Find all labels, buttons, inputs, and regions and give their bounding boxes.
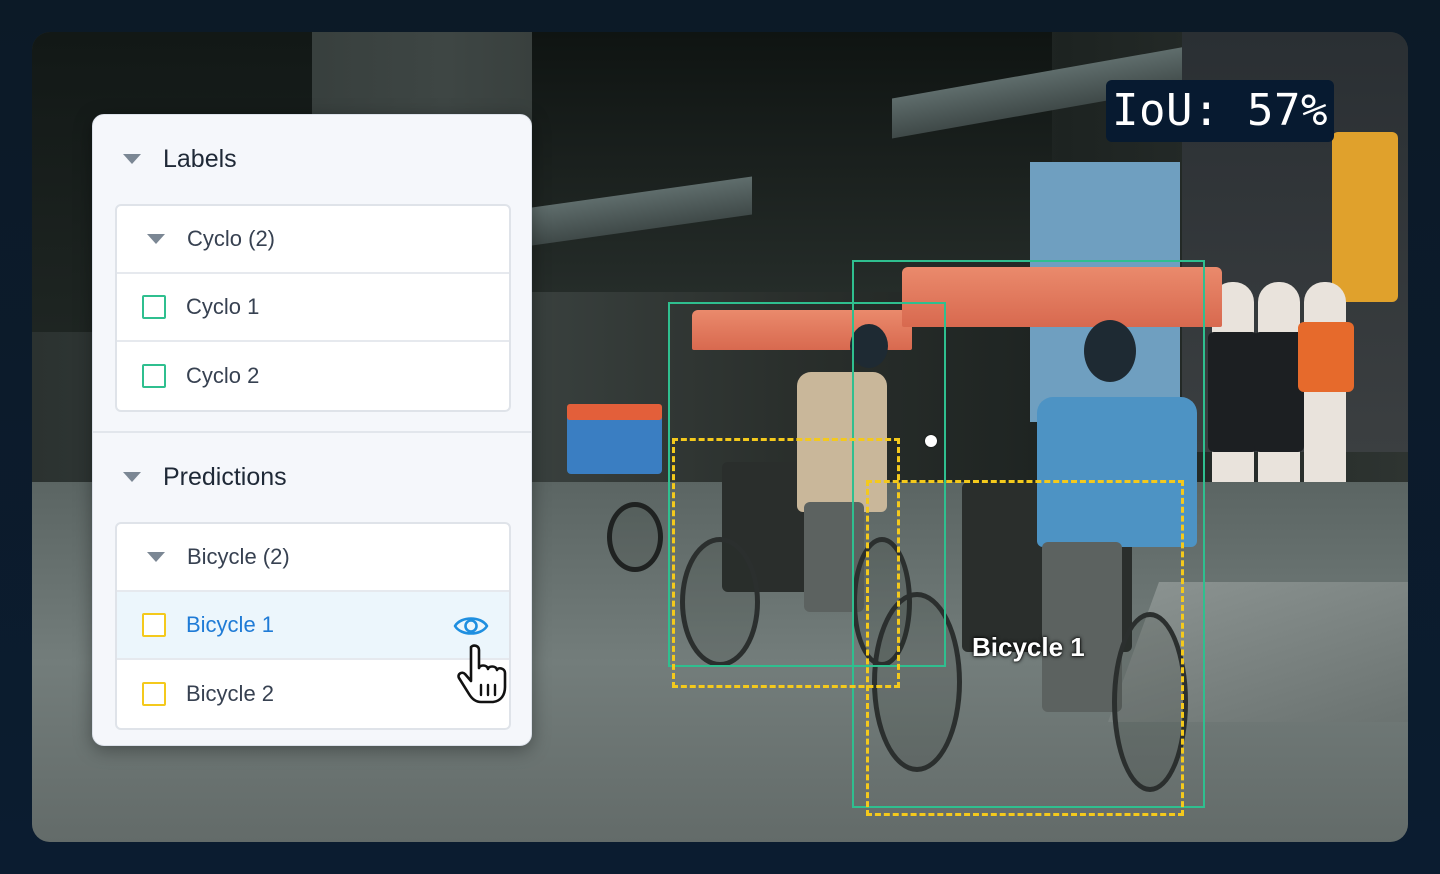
label-item-cyclo-1[interactable]: Cyclo 1 xyxy=(117,274,509,342)
caret-down-icon[interactable] xyxy=(147,552,165,562)
label-group-name: Cyclo (2) xyxy=(187,226,276,251)
hand-cursor-icon xyxy=(457,644,507,704)
label-group-cyclo[interactable]: Cyclo (2) xyxy=(117,206,509,274)
prediction-group-name: Bicycle (2) xyxy=(187,544,290,569)
predictions-card: Bicycle (2) Bicycle 1 Bicycle 2 xyxy=(115,522,511,730)
mannequin-dress xyxy=(1298,322,1354,392)
labels-card: Cyclo (2) Cyclo 1 Cyclo 2 xyxy=(115,204,511,412)
label-item-name: Cyclo 2 xyxy=(186,363,260,388)
label-item-cyclo-2[interactable]: Cyclo 2 xyxy=(117,342,509,410)
labels-section-header[interactable]: Labels xyxy=(93,139,531,179)
prediction-item-bicycle-2[interactable]: Bicycle 2 xyxy=(117,660,509,728)
eye-icon[interactable] xyxy=(453,612,489,640)
caret-down-icon[interactable] xyxy=(123,154,141,164)
predictions-section-title: Predictions xyxy=(163,462,287,491)
app-frame: Bicycle 1 IoU: 57% Labels Cyclo (2) Cycl… xyxy=(0,0,1440,874)
resize-handle[interactable] xyxy=(925,435,937,447)
scooter-cargo-lid xyxy=(567,404,662,420)
label-checkbox[interactable] xyxy=(142,295,166,319)
prediction-box-caption: Bicycle 1 xyxy=(972,632,1085,662)
prediction-checkbox[interactable] xyxy=(142,613,166,637)
labels-section-title: Labels xyxy=(163,144,237,173)
label-item-name: Cyclo 1 xyxy=(186,294,260,319)
prediction-checkbox[interactable] xyxy=(142,682,166,706)
shop-facade-center xyxy=(532,32,1052,292)
mannequin-dress xyxy=(1254,332,1304,452)
mannequin-dress xyxy=(1208,332,1258,452)
prediction-item-bicycle-1[interactable]: Bicycle 1 xyxy=(117,592,509,660)
caret-down-icon[interactable] xyxy=(147,234,165,244)
prediction-item-name: Bicycle 1 xyxy=(186,612,275,637)
prediction-group-bicycle[interactable]: Bicycle (2) xyxy=(117,524,509,592)
predictions-section-header[interactable]: Predictions xyxy=(93,457,531,497)
label-checkbox[interactable] xyxy=(142,364,166,388)
iou-badge: IoU: 57% xyxy=(1106,80,1334,142)
hanging-garment xyxy=(1332,132,1398,302)
scooter-wheel xyxy=(607,502,663,572)
annotations-panel: Labels Cyclo (2) Cyclo 1 Cyclo 2 Predict… xyxy=(92,114,532,746)
scooter-cargo-box xyxy=(567,412,662,474)
prediction-item-name: Bicycle 2 xyxy=(186,681,275,706)
section-divider xyxy=(93,431,531,433)
caret-down-icon[interactable] xyxy=(123,472,141,482)
